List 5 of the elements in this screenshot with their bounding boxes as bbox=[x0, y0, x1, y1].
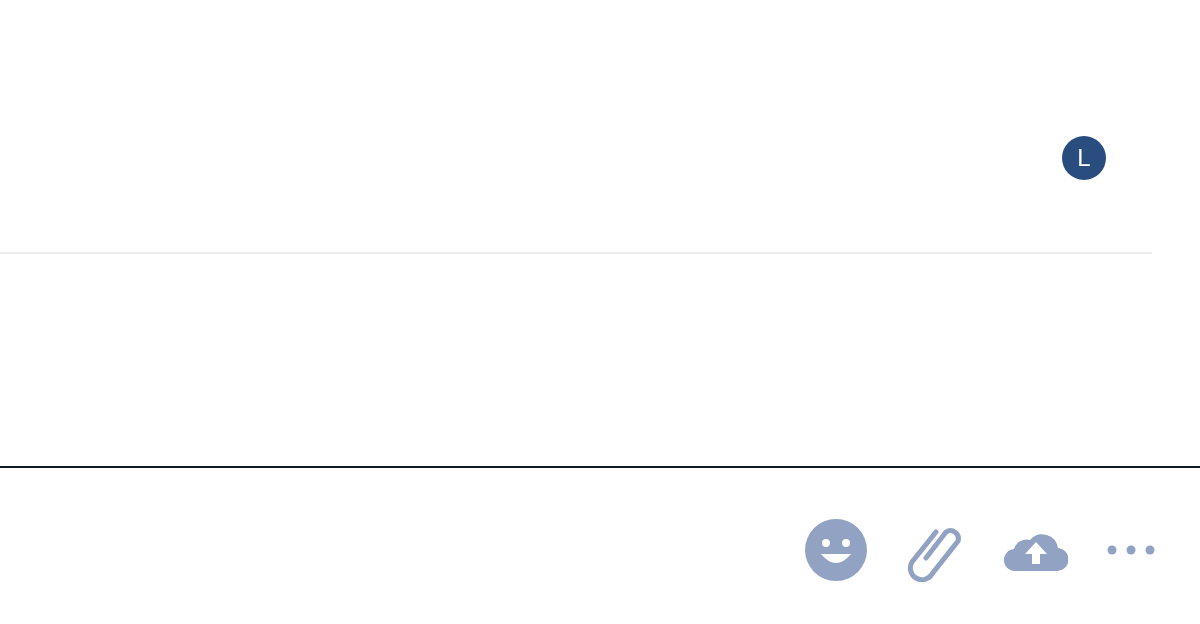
more-icon bbox=[1106, 544, 1156, 556]
smiley-icon bbox=[804, 518, 868, 582]
user-avatar: L bbox=[1062, 136, 1106, 180]
more-button[interactable] bbox=[1106, 544, 1156, 556]
emoji-button[interactable] bbox=[804, 518, 868, 582]
